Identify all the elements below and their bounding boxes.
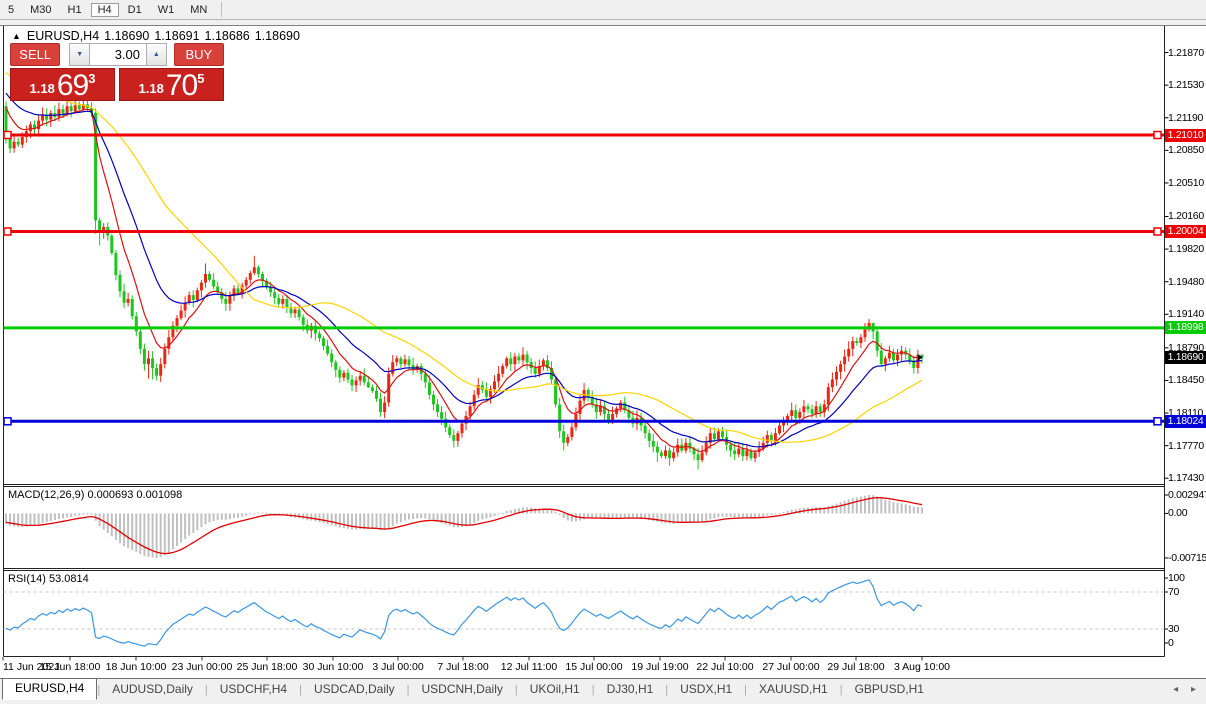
buy-price-box[interactable]: 1.18 70 5 — [119, 68, 224, 101]
ohlc-high: 1.18691 — [154, 29, 199, 43]
symbol-tab-xauusd[interactable]: XAUUSD,H1 — [747, 679, 840, 700]
timeframe-button-h4[interactable]: H4 — [91, 3, 119, 17]
one-click-trading-panel: SELL ▼ ▲ BUY 1.18 69 3 1.18 70 5 — [10, 43, 224, 101]
sell-price-big: 69 — [57, 72, 88, 99]
symbol-tab-usdcad[interactable]: USDCAD,Daily — [302, 679, 407, 700]
timeframe-button-d1[interactable]: D1 — [121, 3, 149, 17]
buy-price-big: 70 — [166, 72, 197, 99]
volume-increase-button[interactable]: ▲ — [146, 43, 167, 66]
chart-title: ▲ EURUSD,H4 1.18690 1.18691 1.18686 1.18690 — [12, 29, 305, 43]
symbol-tab-gbpusd[interactable]: GBPUSD,H1 — [843, 679, 936, 700]
sell-button[interactable]: SELL — [10, 43, 60, 66]
symbol-tab-eurusd[interactable]: EURUSD,H4 — [2, 678, 97, 700]
symbol-tab-dj30[interactable]: DJ30,H1 — [595, 679, 666, 700]
volume-input[interactable] — [90, 43, 146, 66]
ohlc-low: 1.18686 — [205, 29, 250, 43]
timeframe-toolbar: 5M30H1H4D1W1MN — [0, 0, 1206, 20]
macd-histogram-layer — [5, 495, 923, 558]
timeframe-button-5[interactable]: 5 — [1, 3, 21, 17]
toolbar-separator — [221, 2, 222, 17]
collapse-icon[interactable]: ▲ — [12, 31, 21, 41]
symbol-tab-audusd[interactable]: AUDUSD,Daily — [100, 679, 205, 700]
ohlc-close: 1.18690 — [255, 29, 300, 43]
symbol-tab-usdx[interactable]: USDX,H1 — [668, 679, 744, 700]
symbol-tab-usdcnh[interactable]: USDCNH,Daily — [410, 679, 515, 700]
symbol-tab-ukoil[interactable]: UKOil,H1 — [518, 679, 592, 700]
tab-scroll-arrows: ◂ ▸ — [1163, 684, 1196, 695]
timeframe-button-w1[interactable]: W1 — [151, 3, 182, 17]
buy-price-pipette: 5 — [197, 71, 204, 86]
bottom-strip — [0, 700, 1206, 704]
spin-down-icon: ▼ — [76, 51, 83, 58]
timeframe-button-mn[interactable]: MN — [183, 3, 214, 17]
tab-scroll-right-icon[interactable]: ▸ — [1191, 684, 1196, 695]
tab-scroll-left-icon[interactable]: ◂ — [1173, 684, 1178, 695]
terminal-window: 5M30H1H4D1W1MN 0.0029470.00-0.0071521007… — [0, 0, 1206, 704]
buy-price-prefix: 1.18 — [139, 81, 164, 96]
rsi-label: RSI(14) 53.0814 — [8, 573, 89, 585]
sell-price-pipette: 3 — [88, 71, 95, 86]
timeframe-button-h1[interactable]: H1 — [61, 3, 89, 17]
symbol-tab-usdchf[interactable]: USDCHF,H4 — [208, 679, 299, 700]
toolbar-lower-strip — [0, 20, 1206, 26]
volume-decrease-button[interactable]: ▼ — [69, 43, 90, 66]
symbol-tab-bar: EURUSD,H4|AUDUSD,Daily|USDCHF,H4|USDCAD,… — [0, 678, 1206, 700]
sell-price-box[interactable]: 1.18 69 3 — [10, 68, 115, 101]
timeframe-button-m30[interactable]: M30 — [23, 3, 58, 17]
ohlc-open: 1.18690 — [104, 29, 149, 43]
macd-label: MACD(12,26,9) 0.000693 0.001098 — [8, 489, 182, 501]
spin-up-icon: ▲ — [153, 51, 160, 58]
sell-price-prefix: 1.18 — [30, 81, 55, 96]
chart-symbol-period: EURUSD,H4 — [27, 29, 99, 43]
buy-button[interactable]: BUY — [174, 43, 224, 66]
rsi-layer — [4, 580, 1165, 646]
